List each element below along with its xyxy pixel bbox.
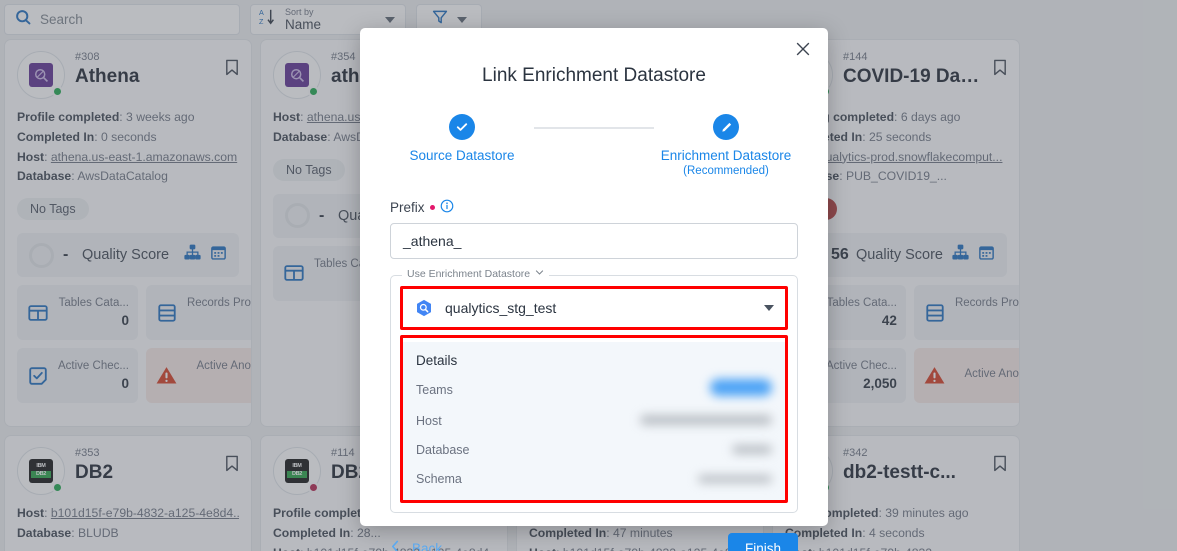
bigquery-hex-icon [414,298,434,318]
close-icon[interactable] [794,40,814,60]
link-enrichment-datastore-modal: Link Enrichment Datastore Source Datasto… [360,28,828,551]
prefix-label: Prefix [390,199,798,216]
chevron-left-icon [390,540,401,551]
prefix-label-text: Prefix [390,199,425,215]
enrichment-details-highlight: Details Teams Host Database Schema [400,334,788,503]
back-button-label: Back [412,540,443,551]
step-enrichment-datastore[interactable]: Enrichment Datastore (Recommended) [654,114,798,177]
pencil-icon [713,114,739,140]
enrichment-legend-text: Use Enrichment Datastore [407,267,531,280]
step-source-datastore[interactable]: Source Datastore [390,114,534,165]
prefix-input-value: _athena_ [403,232,462,249]
details-row: Teams [416,378,772,401]
enrichment-select-highlight: qualytics_stg_test [400,285,788,330]
stepper-connector [534,127,654,129]
caret-down-icon[interactable] [764,304,774,311]
finish-button[interactable]: Finish [727,532,798,551]
enrichment-details-panel: Details Teams Host Database Schema [403,341,785,500]
modal-footer: Back Finish [390,532,798,551]
details-row-value-redacted [732,441,772,459]
details-row-key: Database [416,442,470,457]
prefix-input[interactable]: _athena_ [390,222,798,259]
enrichment-datastore-fieldset: Use Enrichment Datastore qualytics_stg_t… [390,267,798,513]
details-row-key: Teams [416,382,453,397]
check-icon [449,114,475,140]
step-label: Source Datastore [409,148,515,163]
required-marker [429,204,435,210]
details-row: Database [416,441,772,459]
modal-title: Link Enrichment Datastore [482,65,706,86]
details-row-value-redacted [698,470,772,488]
details-row: Schema [416,470,772,488]
details-row-key: Schema [416,471,462,486]
back-button[interactable]: Back [390,540,442,551]
enrichment-selected-value: qualytics_stg_test [445,299,557,316]
details-row-value-redacted [640,412,772,430]
details-row-value-redacted [710,378,772,401]
details-title: Details [416,352,458,368]
details-row: Host [416,412,772,430]
info-circle-icon[interactable] [440,199,454,216]
enrichment-legend: Use Enrichment Datastore [402,267,550,280]
step-sublabel: (Recommended) [683,164,769,177]
details-row-key: Host [416,413,442,428]
chevron-down-icon[interactable] [535,268,544,280]
enrichment-datastore-select[interactable]: qualytics_stg_test [403,288,785,327]
step-label: Enrichment Datastore [660,148,792,163]
wizard-stepper: Source Datastore Enrichment Datastore (R… [390,114,798,177]
